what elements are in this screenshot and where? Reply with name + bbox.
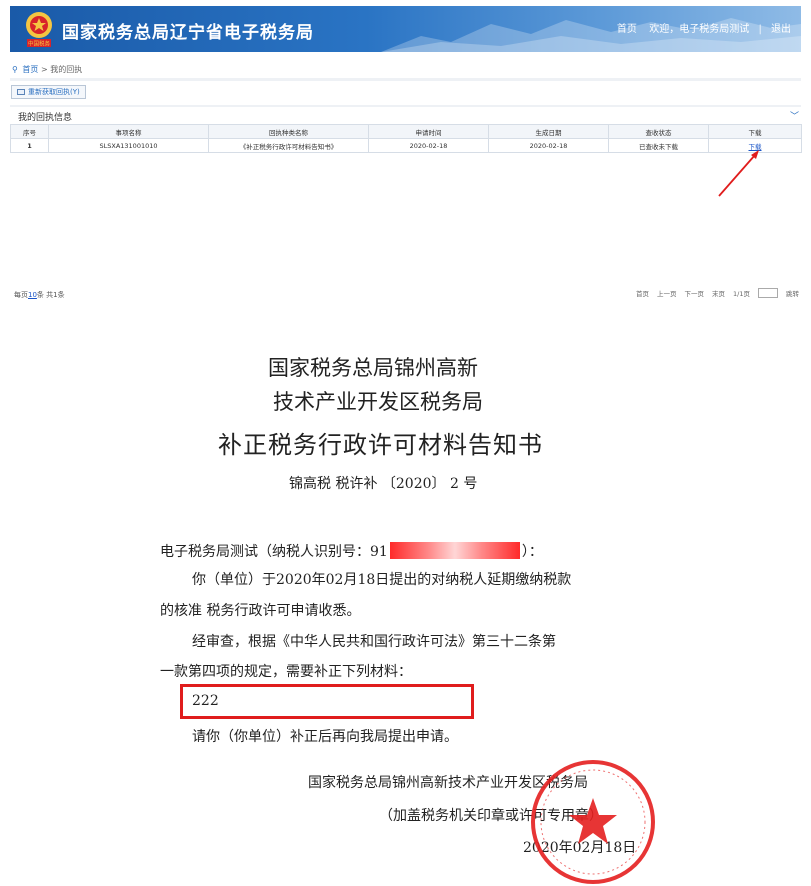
addressee-suffix: ）： <box>521 544 543 560</box>
official-seal-stamp <box>531 760 655 884</box>
notice-material: 222 <box>192 693 219 709</box>
notice-document: 国家税务总局锦州高新 技术产业开发区税务局 补正税务行政许可材料告知书 锦高税 … <box>0 0 811 884</box>
notice-para2-line1: 经审查，根据《中华人民共和国行政许可法》第三十二条第 <box>192 634 556 650</box>
notice-para1-line2: 的核准 税务行政许可申请收悉。 <box>160 603 361 619</box>
notice-title: 补正税务行政许可材料告知书 <box>218 431 543 459</box>
notice-para1-line1: 你（单位）于2020年02月18日提出的对纳税人延期缴纳税款 <box>192 572 572 588</box>
notice-para3: 请你（你单位）补正后再向我局提出申请。 <box>192 729 458 745</box>
notice-org-line2: 技术产业开发区税务局 <box>273 390 483 414</box>
notice-doc-number: 锦高税 税许补 〔2020〕 2 号 <box>289 476 478 492</box>
notice-org-line1: 国家税务总局锦州高新 <box>268 356 478 380</box>
notice-para2-line2: 一款第四项的规定，需要补正下列材料： <box>160 664 412 680</box>
redaction-bar <box>389 542 520 559</box>
material-highlight-box <box>180 684 474 719</box>
addressee-prefix: 电子税务局测试（纳税人识别号：91 <box>160 544 388 560</box>
notice-addressee: 电子税务局测试（纳税人识别号：91 ）： <box>160 541 543 561</box>
